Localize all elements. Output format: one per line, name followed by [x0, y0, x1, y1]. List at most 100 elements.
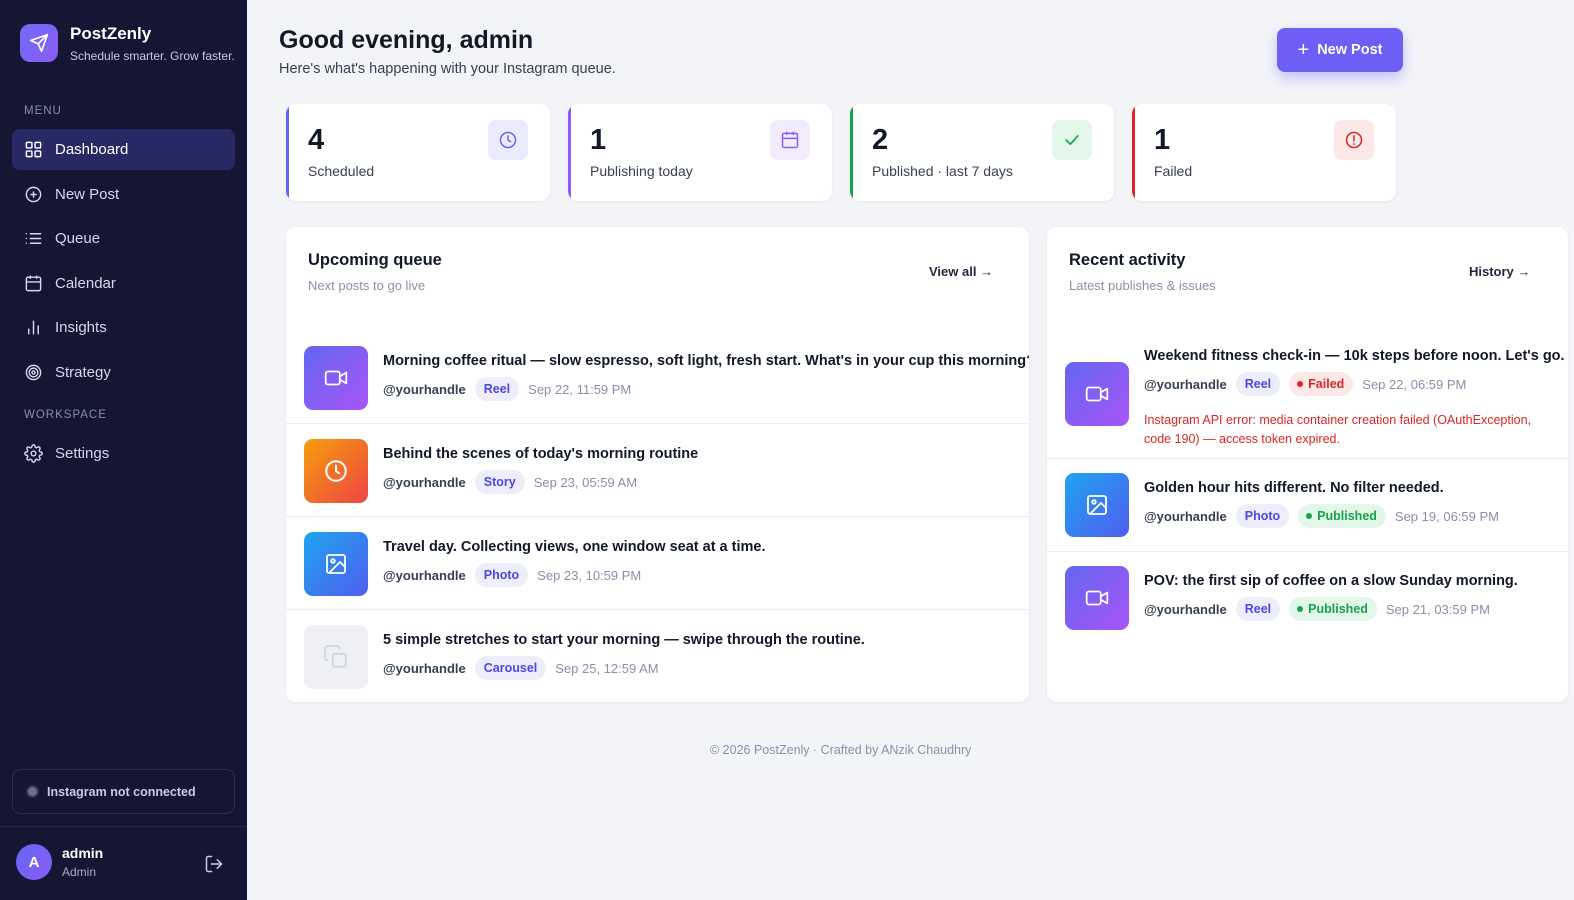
activity-item[interactable]: POV: the first sip of coffee on a slow S…	[1047, 552, 1568, 645]
activity-item[interactable]: Golden hour hits different. No filter ne…	[1047, 459, 1568, 552]
alert-circle-icon	[1334, 120, 1374, 160]
status-dot-icon	[1306, 513, 1313, 519]
post-meta: @yourhandle Story Sep 23, 05:59 AM	[383, 470, 637, 494]
video-icon	[1065, 362, 1129, 426]
stat-card-publishing-today: 1 Publishing today	[568, 104, 832, 201]
post-meta: @yourhandle Reel Failed Sep 22, 06:59 PM	[1144, 372, 1466, 396]
status-badge: Published	[1289, 597, 1377, 621]
new-post-button[interactable]: + New Post	[1277, 28, 1403, 72]
clock-icon	[488, 120, 528, 160]
stat-label: Publishing today	[590, 163, 693, 179]
check-icon	[1052, 120, 1092, 160]
sidebar-item-new-post[interactable]: New Post	[12, 174, 235, 215]
plus-circle-icon	[25, 186, 42, 202]
stat-card-scheduled: 4 Scheduled	[286, 104, 550, 201]
app-tagline: Schedule smarter. Grow faster.	[70, 49, 235, 63]
post-time: Sep 22, 11:59 PM	[528, 381, 632, 397]
post-title: Golden hour hits different. No filter ne…	[1144, 480, 1444, 496]
stat-label: Published · last 7 days	[872, 163, 1013, 179]
sidebar-item-insights[interactable]: Insights	[12, 307, 235, 348]
user-area: A admin Admin	[0, 826, 247, 900]
image-icon	[1065, 473, 1129, 537]
panel-title: Recent activity	[1069, 251, 1186, 269]
clock-icon	[304, 439, 368, 503]
video-icon	[1065, 566, 1129, 630]
stat-card-published: 2 Published · last 7 days	[850, 104, 1114, 201]
sidebar-item-settings[interactable]: Settings	[12, 433, 235, 474]
sidebar-item-strategy[interactable]: Strategy	[12, 352, 235, 393]
bar-chart-icon	[28, 320, 39, 335]
calendar-icon	[25, 275, 42, 291]
history-link[interactable]: History →	[1469, 264, 1530, 279]
error-message: Instagram API error: media container cre…	[1144, 413, 1531, 446]
grid-icon	[25, 141, 42, 158]
post-time: Sep 21, 03:59 PM	[1385, 601, 1490, 617]
page-title: Good evening, admin	[279, 26, 534, 54]
status-dot-icon	[1297, 381, 1304, 387]
plus-icon: +	[1297, 39, 1310, 61]
post-title: Weekend fitness check-in — 10k steps bef…	[1144, 348, 1565, 364]
activity-item[interactable]: Weekend fitness check-in — 10k steps bef…	[1047, 331, 1568, 459]
post-title: Travel day. Collecting views, one window…	[383, 539, 766, 555]
panel-title: Upcoming queue	[308, 251, 442, 269]
sidebar-item-dashboard[interactable]: Dashboard	[12, 129, 235, 170]
sidebar-item-label: Strategy	[55, 363, 111, 381]
panel-subtitle: Latest publishes & issues	[1069, 278, 1216, 293]
copy-icon	[304, 625, 368, 689]
post-handle: @yourhandle	[1144, 601, 1227, 617]
user-role: Admin	[62, 865, 97, 879]
video-icon	[304, 346, 368, 410]
user-name: admin	[62, 845, 104, 861]
type-badge: Reel	[1235, 372, 1281, 396]
stat-value: 2	[872, 124, 889, 156]
stat-label: Scheduled	[308, 163, 375, 179]
stat-value: 1	[1154, 124, 1171, 156]
image-icon	[304, 532, 368, 596]
instagram-connection-status[interactable]: Instagram not connected	[12, 769, 235, 814]
type-badge: Reel	[1235, 597, 1281, 621]
sidebar-item-queue[interactable]: Queue	[12, 218, 235, 259]
gear-icon	[24, 444, 43, 463]
workspace-nav: Settings	[12, 433, 235, 478]
status-dot-icon	[1297, 606, 1304, 612]
post-handle: @yourhandle	[383, 660, 466, 676]
logout-icon[interactable]	[204, 854, 224, 874]
status-badge: Published	[1298, 504, 1386, 528]
sidebar-item-label: Dashboard	[55, 141, 129, 158]
queue-item[interactable]: Behind the scenes of today's morning rou…	[286, 424, 1029, 517]
stat-value: 1	[590, 124, 607, 156]
list-icon	[25, 233, 42, 244]
post-time: Sep 23, 05:59 AM	[533, 474, 638, 490]
type-badge: Photo	[1235, 504, 1290, 528]
post-handle: @yourhandle	[1144, 376, 1227, 392]
queue-item[interactable]: 5 simple stretches to start your morning…	[286, 610, 1029, 702]
post-time: Sep 23, 10:59 PM	[537, 567, 642, 583]
sidebar-item-label: New Post	[55, 185, 120, 203]
paper-plane-icon	[20, 24, 58, 62]
status-label: Published	[1308, 602, 1368, 616]
view-all-link[interactable]: View all →	[929, 264, 993, 279]
type-badge: Carousel	[474, 656, 547, 680]
workspace-section-label: WORKSPACE	[24, 409, 107, 421]
post-meta: @yourhandle Reel Published Sep 21, 03:59…	[1144, 597, 1490, 621]
post-handle: @yourhandle	[1144, 508, 1227, 524]
footer-text: © 2026 PostZenly · Crafted by ANzik Chau…	[710, 743, 972, 757]
queue-item[interactable]: Morning coffee ritual — slow espresso, s…	[286, 331, 1029, 424]
app-name: PostZenly	[70, 24, 152, 43]
brand[interactable]: PostZenly Schedule smarter. Grow faster.	[20, 24, 235, 63]
post-time: Sep 19, 06:59 PM	[1394, 508, 1499, 524]
post-handle: @yourhandle	[383, 567, 466, 583]
stat-label: Failed	[1154, 163, 1193, 179]
status-badge: Failed	[1289, 372, 1354, 396]
sidebar-item-label: Calendar	[55, 274, 116, 292]
post-time: Sep 25, 12:59 AM	[555, 660, 659, 676]
sidebar-item-calendar[interactable]: Calendar	[12, 263, 235, 304]
menu-section-label: MENU	[24, 105, 62, 117]
sidebar: PostZenly Schedule smarter. Grow faster.…	[0, 0, 247, 900]
target-icon	[25, 364, 42, 380]
post-meta: @yourhandle Photo Sep 23, 10:59 PM	[383, 563, 641, 587]
main-nav: Dashboard New Post Queue Calendar Insigh…	[12, 129, 235, 396]
avatar[interactable]: A	[16, 844, 52, 880]
recent-activity-panel: Recent activity Latest publishes & issue…	[1047, 227, 1568, 702]
queue-item[interactable]: Travel day. Collecting views, one window…	[286, 517, 1029, 610]
